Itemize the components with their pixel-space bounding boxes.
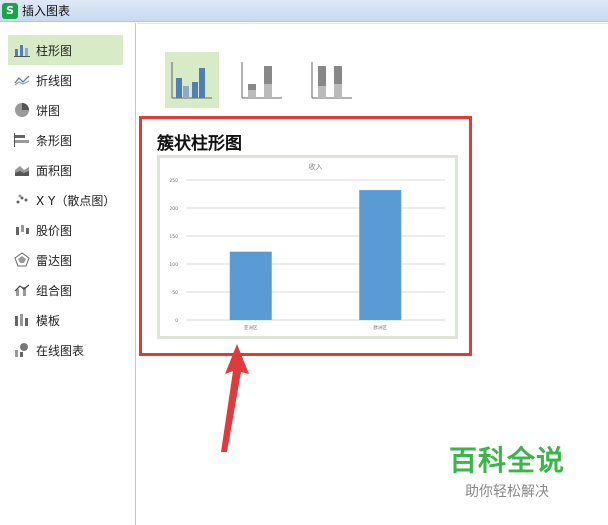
x-tick-label: 欧洲区 — [374, 324, 388, 331]
watermark: 百科全说 助你轻松解决 — [449, 439, 565, 501]
sidebar-item-label: 雷达图 — [36, 253, 73, 268]
stock-chart-icon — [14, 222, 30, 238]
chart-subtype-panel: 簇状柱形图 收入 0 50 100 150 200 250 亚洲区 欧洲区 百科全说 助你轻松解… — [137, 23, 608, 525]
percent-stacked-column-icon — [311, 62, 352, 99]
sidebar-item-label: 组合图 — [36, 283, 73, 298]
y-tick-label: 200 — [169, 206, 178, 212]
window-title: 插入图表 — [22, 4, 71, 18]
sidebar-item-scatter[interactable]: X Y（散点图） — [0, 185, 135, 215]
bar-亚洲区 — [229, 251, 272, 320]
sidebar-item-label: X Y（散点图） — [36, 193, 116, 208]
area-chart-icon — [14, 162, 30, 178]
preview-chart-frame[interactable]: 收入 0 50 100 150 200 250 亚洲区 欧洲区 — [157, 155, 458, 339]
chart-title: 收入 — [309, 162, 323, 171]
bar-chart-icon — [14, 132, 30, 148]
sidebar-item-label: 柱形图 — [36, 43, 73, 58]
sidebar-item-column[interactable]: 柱形图 — [8, 35, 123, 65]
radar-chart-icon — [14, 252, 30, 268]
sidebar-item-label: 折线图 — [36, 73, 73, 88]
x-tick-label: 亚洲区 — [244, 325, 258, 331]
template-icon — [14, 312, 30, 328]
sidebar-item-label: 股价图 — [36, 223, 73, 238]
sidebar-item-combo[interactable]: 组合图 — [0, 275, 135, 305]
subtype-percent-stacked-column[interactable] — [305, 52, 359, 108]
sidebar-item-label: 饼图 — [36, 103, 61, 118]
chart-type-sidebar: 柱形图 折线图 饼图 条形图 面积图 X Y（散点图） 股价图 雷达图 组合图 … — [0, 23, 136, 525]
y-tick-label: 150 — [169, 234, 178, 240]
sidebar-item-online[interactable]: 在线图表 — [0, 335, 135, 365]
subtype-thumbnails — [165, 52, 359, 108]
column-chart-icon — [14, 42, 30, 58]
sidebar-item-pie[interactable]: 饼图 — [0, 95, 135, 125]
watermark-title: 百科全说 — [449, 444, 566, 477]
sidebar-item-bar[interactable]: 条形图 — [0, 125, 135, 155]
line-chart-icon — [14, 72, 30, 88]
clustered-column-icon — [171, 62, 212, 99]
sidebar-item-label: 条形图 — [36, 133, 73, 148]
sidebar-item-label: 面积图 — [36, 163, 73, 178]
preview-title: 簇状柱形图 — [157, 134, 242, 154]
sidebar-item-line[interactable]: 折线图 — [0, 65, 135, 95]
y-tick-label: 100 — [169, 262, 178, 268]
subtype-clustered-column[interactable] — [165, 52, 219, 108]
sidebar-item-area[interactable]: 面积图 — [0, 155, 135, 185]
sidebar-item-label: 在线图表 — [36, 343, 85, 358]
sidebar-item-stock[interactable]: 股价图 — [0, 215, 135, 245]
preview-chart: 收入 0 50 100 150 200 250 亚洲区 欧洲区 — [169, 162, 445, 331]
chart-preview: 簇状柱形图 收入 0 50 100 150 200 250 亚洲区 欧洲区 — [139, 116, 472, 356]
y-tick-label: 50 — [172, 290, 178, 296]
sidebar-item-template[interactable]: 模板 — [0, 305, 135, 335]
combo-chart-icon — [14, 282, 30, 298]
red-arrow — [221, 344, 249, 452]
stacked-column-icon — [241, 62, 282, 99]
app-icon: S — [2, 2, 18, 19]
y-tick-label: 0 — [175, 318, 178, 324]
title-bar: S 插入图表 — [0, 0, 608, 22]
sidebar-item-radar[interactable]: 雷达图 — [0, 245, 135, 275]
online-chart-icon — [14, 342, 30, 358]
bar-欧洲区 — [359, 190, 402, 320]
watermark-subtitle: 助你轻松解决 — [465, 484, 549, 500]
scatter-chart-icon — [14, 192, 30, 208]
subtype-stacked-column[interactable] — [235, 52, 289, 108]
pie-chart-icon — [14, 102, 30, 118]
y-tick-label: 250 — [169, 178, 178, 184]
sidebar-item-label: 模板 — [36, 313, 61, 328]
